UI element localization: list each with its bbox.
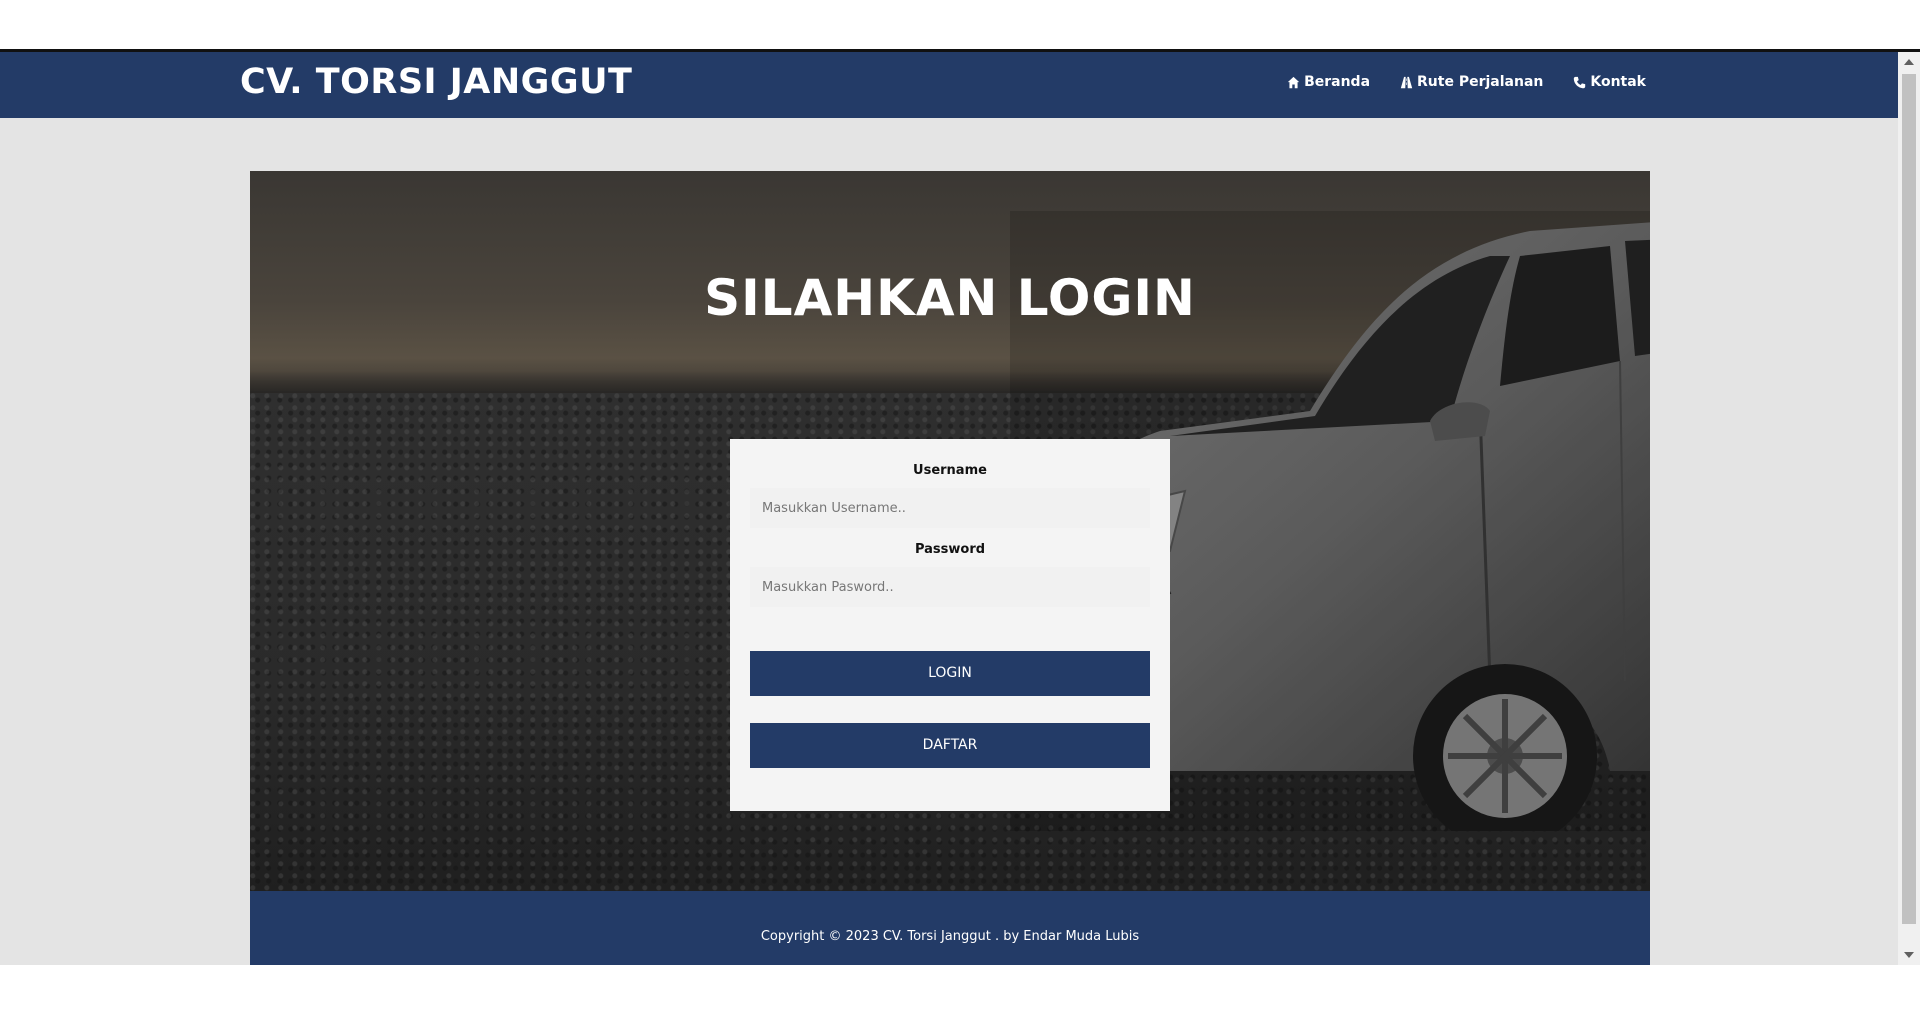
scroll-up-arrow[interactable] — [1898, 52, 1920, 72]
brand-title[interactable]: CV. TORSI JANGGUT — [240, 62, 632, 102]
password-group: Password — [750, 542, 1150, 607]
password-input[interactable] — [750, 567, 1150, 607]
main-nav: Beranda Rute Perjalanan Kontak — [1287, 74, 1646, 90]
nav-item-beranda[interactable]: Beranda — [1287, 74, 1370, 90]
vertical-scrollbar[interactable] — [1898, 52, 1920, 965]
username-label: Username — [913, 463, 987, 478]
page-title: SILAHKAN LOGIN — [704, 269, 1196, 327]
login-hero: SILAHKAN LOGIN Username Password LOGIN D… — [250, 171, 1650, 891]
login-form: Username Password LOGIN DAFTAR — [730, 439, 1170, 811]
login-button[interactable]: LOGIN — [750, 651, 1150, 696]
footer: Copyright © 2023 CV. Torsi Janggut . by … — [250, 891, 1650, 965]
home-icon — [1287, 76, 1300, 88]
nav-item-label: Beranda — [1304, 74, 1371, 90]
nav-item-label: Kontak — [1590, 74, 1646, 90]
register-button[interactable]: DAFTAR — [750, 723, 1150, 768]
username-input[interactable] — [750, 488, 1150, 528]
password-label: Password — [914, 542, 986, 557]
navbar: CV. TORSI JANGGUT Beranda Rute Perjalana… — [0, 52, 1898, 118]
window-top-bar — [0, 0, 1920, 49]
nav-item-rute-perjalanan[interactable]: Rute Perjalanan — [1400, 74, 1543, 90]
scroll-down-arrow[interactable] — [1898, 945, 1920, 965]
nav-item-label: Rute Perjalanan — [1417, 74, 1544, 90]
nav-item-kontak[interactable]: Kontak — [1573, 74, 1646, 90]
copyright-text: Copyright © 2023 CV. Torsi Janggut . by … — [760, 929, 1140, 944]
road-icon — [1400, 76, 1413, 88]
scroll-thumb[interactable] — [1902, 74, 1916, 924]
page-viewport: CV. TORSI JANGGUT Beranda Rute Perjalana… — [0, 52, 1898, 965]
phone-icon — [1574, 76, 1586, 88]
window-bottom-bar — [0, 965, 1920, 1014]
